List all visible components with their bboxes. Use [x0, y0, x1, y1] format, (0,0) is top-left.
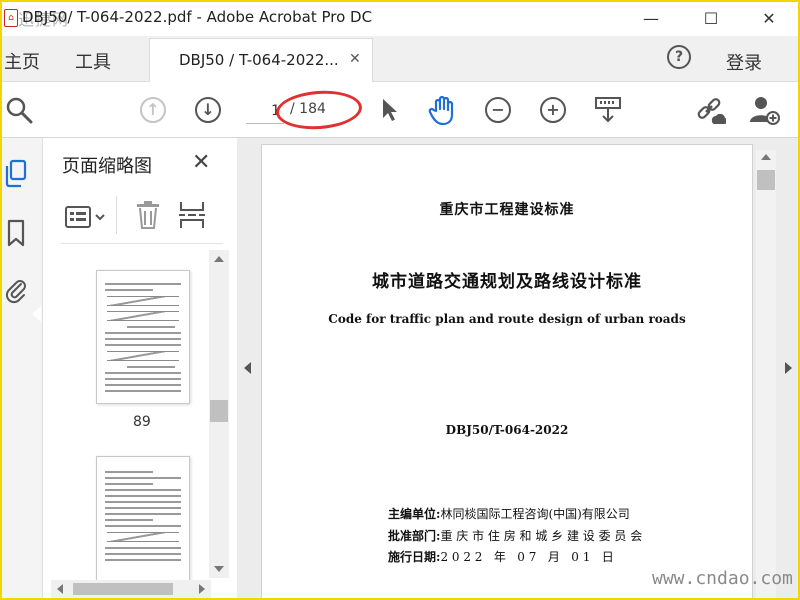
tab-bar: 主页 工具 DBJ50 / T-064-2022... ✕ ? 登录	[0, 36, 800, 82]
acrobat-logo-icon: ⌂	[4, 9, 18, 27]
doc-editor-value: 林同棪国际工程咨询(中国)有限公司	[440, 507, 630, 521]
close-tab-icon[interactable]: ✕	[349, 51, 361, 67]
close-window-button[interactable]: ✕	[746, 0, 792, 36]
sign-in-button[interactable]: 登录	[726, 49, 762, 75]
collapse-right-panel-icon[interactable]	[785, 362, 792, 374]
doc-editor-label: 主编单位:	[388, 507, 441, 521]
doc-approver-value: 重 庆 市 住 房 和 城 乡 建 设 委 员 会	[440, 529, 643, 543]
thumbnails-title: 页面缩略图	[62, 156, 152, 177]
search-icon[interactable]	[2, 93, 36, 127]
collapse-left-panel-icon[interactable]	[244, 362, 251, 374]
thumbnail-page-90[interactable]	[96, 456, 190, 586]
page-display-icon[interactable]	[591, 93, 625, 127]
tab-home[interactable]: 主页	[4, 48, 40, 74]
attachment-icon[interactable]	[4, 274, 28, 304]
doc-date-value: 2 0 2 2 年 0 7 月 0 1 日	[440, 550, 614, 564]
thumbnail-page-89[interactable]	[96, 270, 190, 404]
delete-icon[interactable]	[135, 200, 161, 234]
page-thumbnails-icon[interactable]	[4, 158, 28, 188]
doc-title-cn: 城市道路交通规划及路线设计标准	[372, 272, 642, 292]
tab-document[interactable]: DBJ50 / T-064-2022... ✕	[149, 38, 373, 82]
page-split-icon[interactable]	[177, 200, 207, 234]
thumbnail-options-icon[interactable]	[65, 204, 109, 234]
navigation-rail	[0, 138, 43, 600]
next-page-button[interactable]: ↓	[191, 93, 225, 127]
maximize-button[interactable]: ☐	[688, 0, 734, 36]
minus-icon: −	[485, 97, 511, 123]
zoom-in-button[interactable]: +	[536, 93, 570, 127]
document-page: 重庆市工程建设标准 城市道路交通规划及路线设计标准 Code for traff…	[261, 144, 753, 600]
toolbar-divider	[116, 196, 117, 234]
window-title: DBJ50/ T-064-2022.pdf - Adobe Acrobat Pr…	[22, 8, 373, 26]
share-link-icon[interactable]	[693, 93, 727, 127]
doc-code: DBJ50/T-064-2022	[445, 423, 569, 437]
doc-approver-row: 批准部门:重 庆 市 住 房 和 城 乡 建 设 委 员 会	[388, 527, 642, 544]
thumbnails-panel: 页面缩略图 ✕ 89	[43, 138, 237, 600]
doc-date-label: 施行日期:	[388, 550, 441, 564]
thumbnail-page-label: 89	[133, 414, 151, 430]
bookmark-icon[interactable]	[4, 218, 28, 247]
document-tab-label: DBJ50 / T-064-2022...	[179, 51, 339, 69]
watermark-right: www.cndao.com	[652, 568, 793, 589]
doc-date-row: 施行日期:2 0 2 2 年 0 7 月 0 1 日	[388, 548, 614, 565]
select-tool-icon[interactable]	[372, 93, 406, 127]
red-annotation-ellipse	[274, 88, 364, 132]
toolbar: ↑ ↓ / 184 − +	[0, 82, 800, 138]
previous-page-button[interactable]: ↑	[136, 93, 170, 127]
arrow-down-icon: ↓	[195, 97, 221, 123]
title-bar: ⌂ 迅捷网 DBJ50/ T-064-2022.pdf - Adobe Acro…	[0, 0, 800, 36]
thumbnails-toolbar	[61, 196, 223, 244]
doc-approver-label: 批准部门:	[388, 529, 441, 543]
document-vertical-scrollbar[interactable]	[756, 150, 776, 600]
doc-editor-row: 主编单位:林同棪国际工程咨询(中国)有限公司	[388, 505, 630, 522]
plus-icon: +	[540, 97, 566, 123]
doc-org-header: 重庆市工程建设标准	[439, 202, 575, 218]
help-icon[interactable]: ?	[667, 45, 691, 69]
tab-tools[interactable]: 工具	[75, 48, 111, 74]
zoom-out-button[interactable]: −	[481, 93, 515, 127]
minimize-button[interactable]: —	[628, 0, 674, 36]
close-panel-icon[interactable]: ✕	[192, 150, 210, 175]
doc-title-en: Code for traffic plan and route design o…	[328, 312, 686, 326]
thumbnails-vertical-scrollbar[interactable]	[209, 250, 229, 578]
document-viewer: 重庆市工程建设标准 城市道路交通规划及路线设计标准 Code for traff…	[237, 138, 800, 600]
rail-pointer	[32, 306, 41, 322]
add-user-icon[interactable]	[748, 93, 782, 127]
arrow-up-icon: ↑	[140, 97, 166, 123]
hand-tool-icon[interactable]	[426, 93, 460, 127]
thumbnails-horizontal-scrollbar[interactable]	[51, 580, 211, 598]
